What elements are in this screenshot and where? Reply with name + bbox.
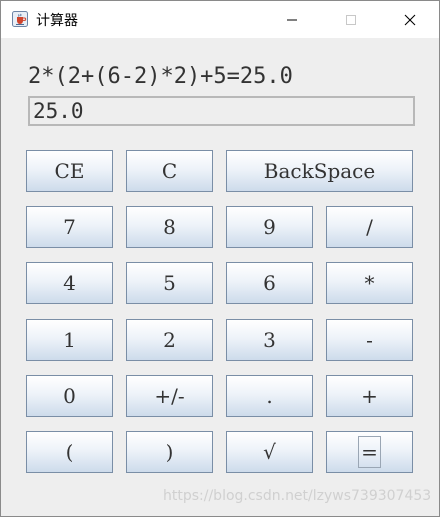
maximize-button[interactable] <box>328 1 374 38</box>
equals-button[interactable]: = <box>326 431 413 473</box>
add-button[interactable]: + <box>326 375 413 417</box>
equals-label: = <box>358 436 381 468</box>
digit-6-button[interactable]: 6 <box>226 262 313 304</box>
digit-2-button[interactable]: 2 <box>126 319 213 361</box>
digit-1-button[interactable]: 1 <box>26 319 113 361</box>
maximize-icon <box>346 14 356 25</box>
multiply-button[interactable]: * <box>326 262 413 304</box>
result-display[interactable]: 25.0 <box>28 96 415 126</box>
calculator-window: 计算器 2*(2+(6-2)*2)+5=25.0 25.0 CE C BackS… <box>0 0 440 517</box>
square-root-button[interactable]: √ <box>226 431 313 473</box>
toggle-sign-button[interactable]: +/- <box>126 375 213 417</box>
watermark: https://blog.csdn.net/lzyws739307453 <box>163 488 432 504</box>
java-coffee-cup-icon <box>12 11 28 27</box>
left-paren-button[interactable]: ( <box>26 431 113 473</box>
minimize-button[interactable] <box>269 1 315 38</box>
digit-3-button[interactable]: 3 <box>226 319 313 361</box>
digit-9-button[interactable]: 9 <box>226 206 313 248</box>
digit-0-button[interactable]: 0 <box>26 375 113 417</box>
close-icon <box>404 14 416 25</box>
digit-5-button[interactable]: 5 <box>126 262 213 304</box>
window-title: 计算器 <box>36 13 78 29</box>
backspace-button[interactable]: BackSpace <box>226 150 413 192</box>
close-button[interactable] <box>387 1 433 38</box>
clear-entry-button[interactable]: CE <box>26 150 113 192</box>
digit-8-button[interactable]: 8 <box>126 206 213 248</box>
minimize-icon <box>287 19 297 20</box>
digit-7-button[interactable]: 7 <box>26 206 113 248</box>
divide-button[interactable]: / <box>326 206 413 248</box>
right-paren-button[interactable]: ) <box>126 431 213 473</box>
clear-button[interactable]: C <box>126 150 213 192</box>
expression-label: 2*(2+(6-2)*2)+5=25.0 <box>28 64 293 89</box>
subtract-button[interactable]: - <box>326 319 413 361</box>
digit-4-button[interactable]: 4 <box>26 262 113 304</box>
title-bar: 计算器 <box>1 1 439 38</box>
decimal-point-button[interactable]: . <box>226 375 313 417</box>
